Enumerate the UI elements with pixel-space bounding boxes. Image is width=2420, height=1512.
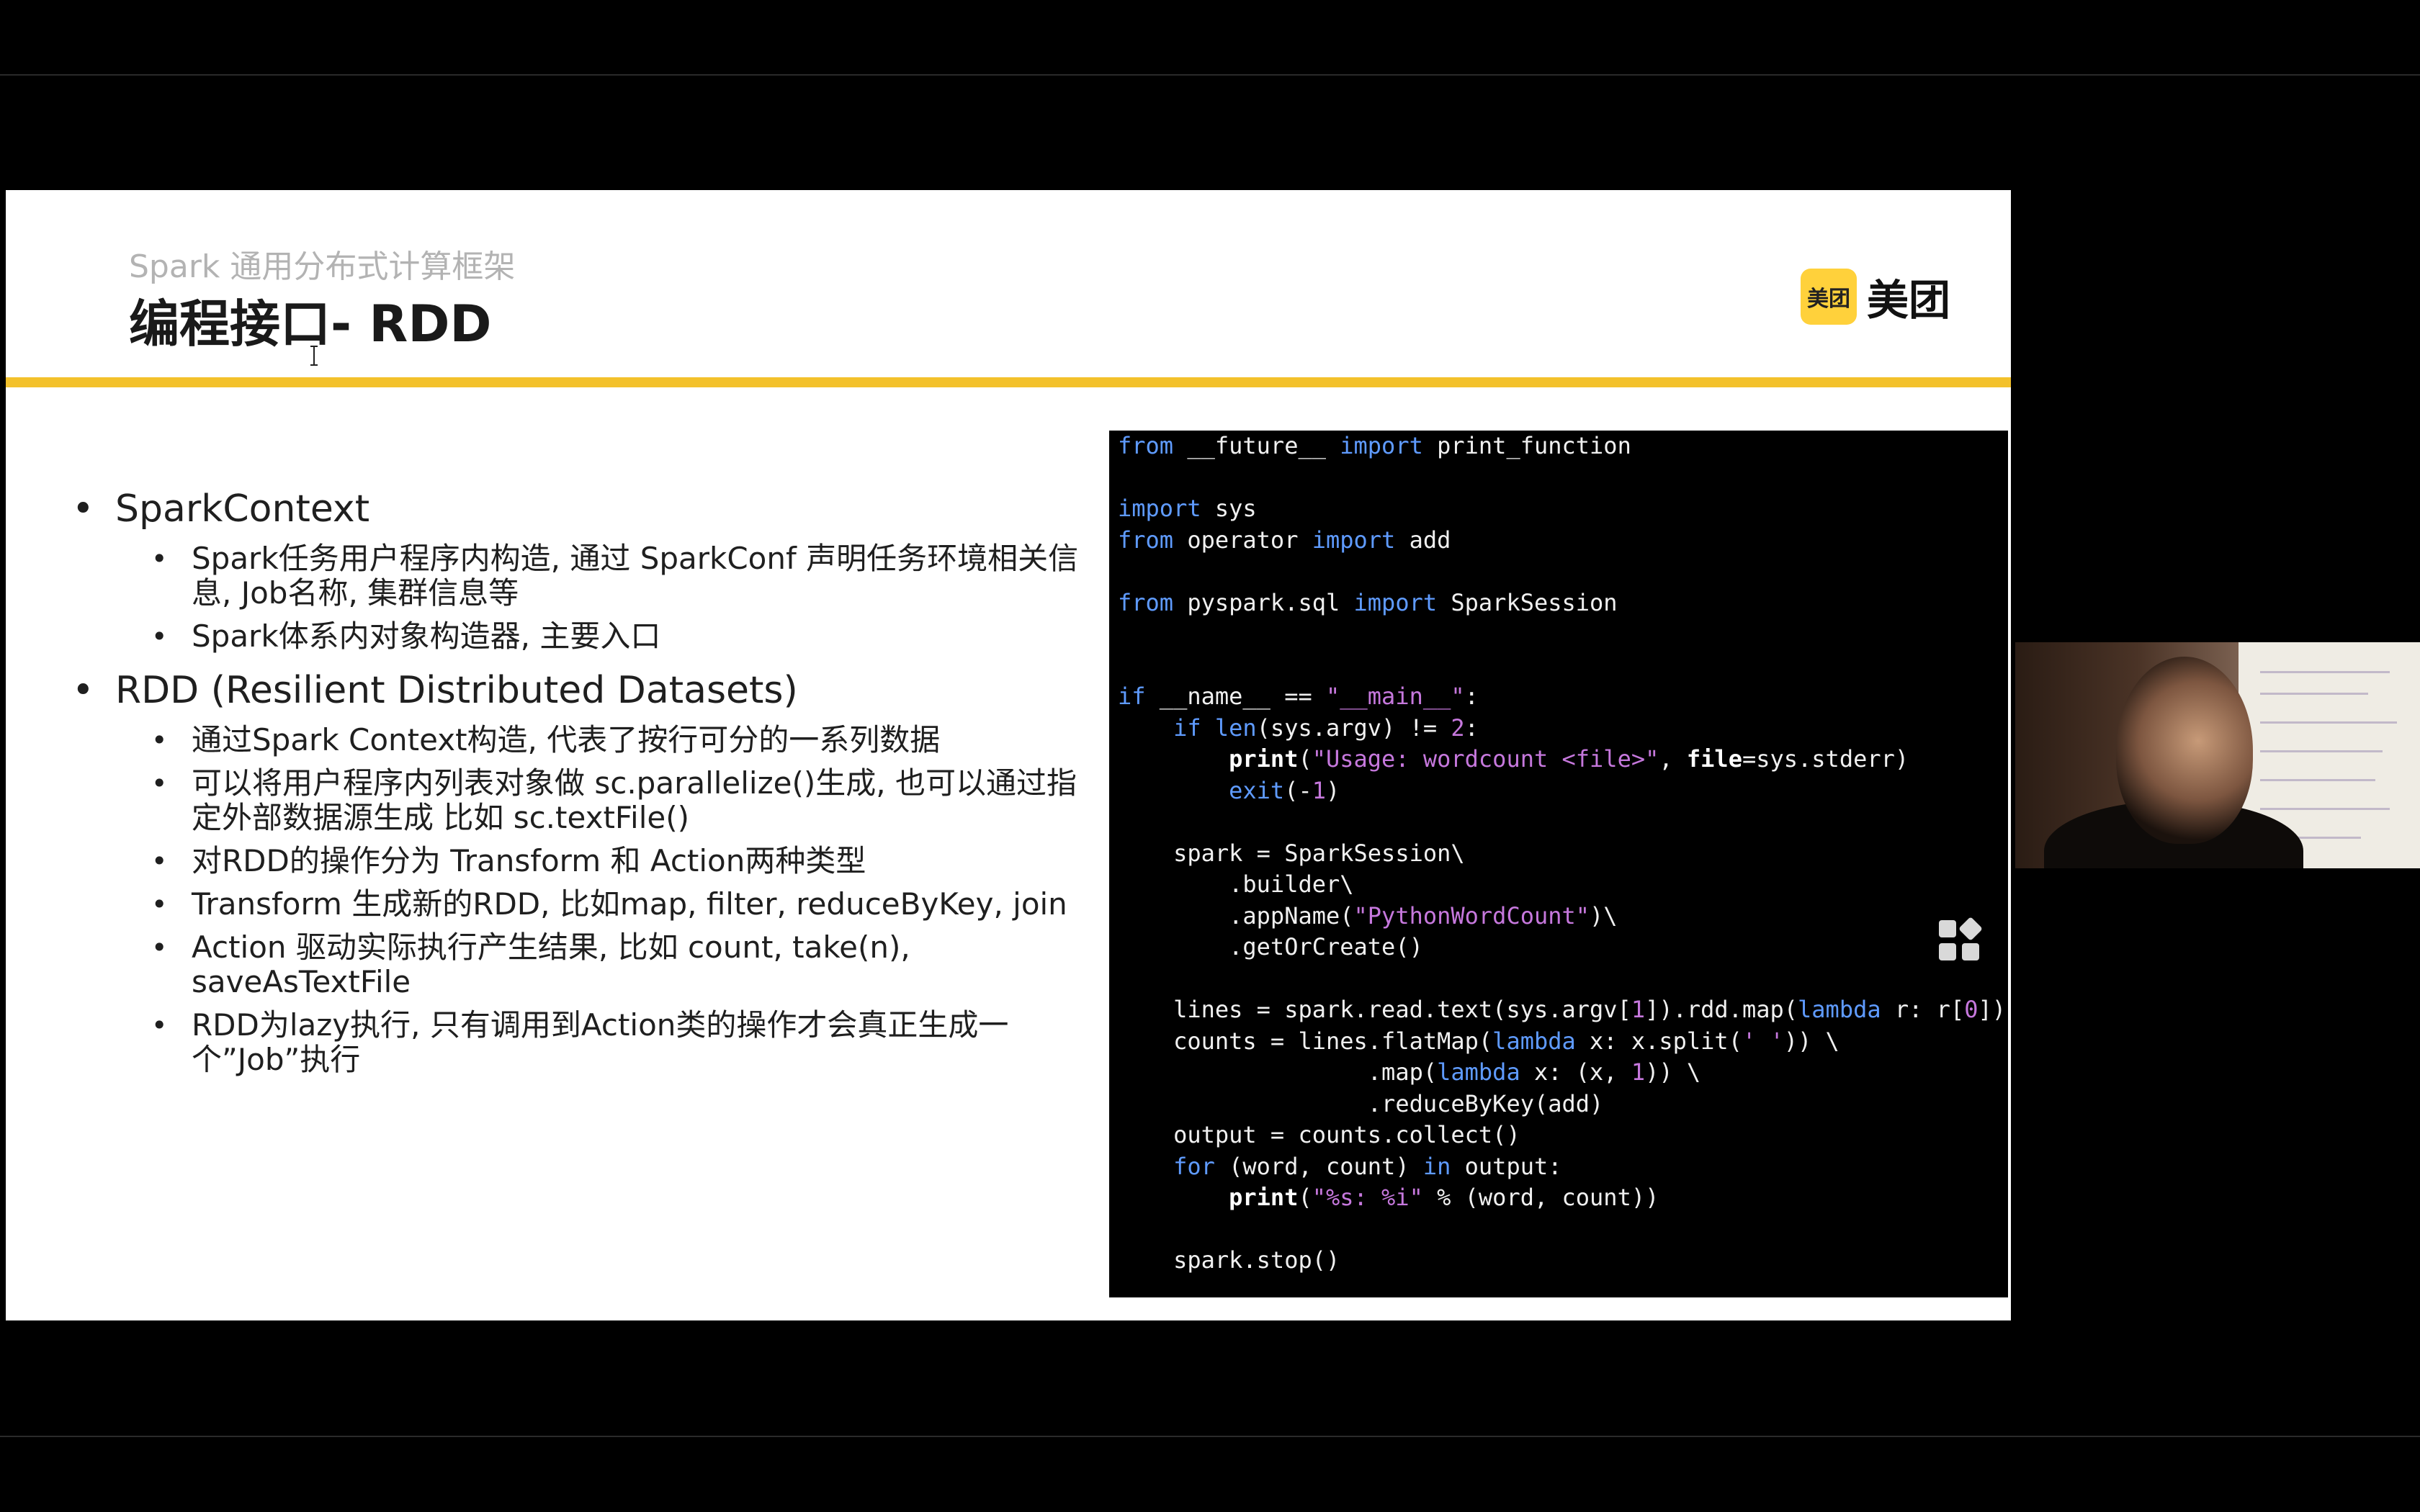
presenter-head — [2116, 657, 2253, 844]
logo-badge: 美团 — [1801, 269, 1857, 325]
sub-bullet: Spark体系内对象构造器, 主要入口 — [72, 619, 1109, 654]
sub-bullet: Spark任务用户程序内构造, 通过 SparkConf 声明任务环境相关信息,… — [72, 541, 1109, 611]
frame-divider-top — [0, 74, 2420, 76]
code-line: import sys — [1118, 495, 1257, 522]
code-line: spark.stop() — [1118, 1246, 1340, 1274]
logo-text: 美团 — [1867, 276, 1951, 325]
code-line: spark = SparkSession\ — [1118, 839, 1465, 867]
grid-icon[interactable] — [1936, 917, 1982, 963]
code-line: lines = spark.read.text(sys.argv[1]).rdd… — [1118, 996, 2006, 1023]
board-text-line — [2260, 779, 2375, 781]
code-line: exit(-1) — [1229, 776, 1340, 804]
sub-bullet: Transform 生成新的RDD, 比如map, filter, reduce… — [72, 887, 1109, 922]
sub-bullet: 对RDD的操作分为 Transform 和 Action两种类型 — [72, 844, 1109, 879]
code-snippet: from __future__ import print_function im… — [1109, 431, 2008, 1297]
code-line: if __name__ == "__main__": — [1118, 683, 1479, 710]
code-line: print("Usage: wordcount <file>", file=sy… — [1229, 745, 1909, 773]
board-text-line — [2260, 671, 2390, 673]
video-top-letterbox — [0, 0, 2420, 74]
board-text-line — [2260, 750, 2383, 752]
code-line: counts = lines.flatMap(lambda x: x.split… — [1118, 1027, 1839, 1055]
presentation-slide: Spark 通用分布式计算框架 编程接口- RDD 美团 美团 SparkCon… — [6, 190, 2011, 1320]
code-line: from __future__ import print_function — [1118, 432, 1631, 459]
code-line: from operator import add — [1118, 526, 1451, 554]
presenter-webcam — [2015, 642, 2420, 868]
meituan-logo: 美团 美团 — [1801, 268, 1950, 325]
code-line: .map(lambda x: (x, 1)) \ — [1118, 1058, 1701, 1086]
code-line: for (word, count) in output: — [1173, 1152, 1562, 1180]
code-line: from pyspark.sql import SparkSession — [1118, 588, 1618, 616]
sub-bullet: RDD为lazy执行, 只有调用到Action类的操作才会真正生成一个”Job”… — [72, 1008, 1109, 1077]
board-text-line — [2260, 808, 2390, 810]
board-text-line — [2260, 721, 2397, 724]
title-accent-bar — [6, 377, 2011, 387]
code-line: .builder\ — [1118, 870, 1354, 898]
bullet-sparkcontext: SparkContext — [72, 485, 1109, 533]
sub-bullet: Action 驱动实际执行产生结果, 比如 count, take(n), sa… — [72, 930, 1109, 999]
video-bottom-letterbox — [0, 1437, 2420, 1512]
code-line: print("%s: %i" % (word, count)) — [1229, 1184, 1659, 1211]
code-line: .getOrCreate() — [1118, 933, 1423, 960]
code-line: if len(sys.argv) != 2: — [1173, 714, 1479, 742]
board-text-line — [2260, 693, 2368, 695]
text-cursor-icon — [310, 346, 318, 366]
code-line: .appName("PythonWordCount")\ — [1118, 901, 1618, 930]
code-line: output = counts.collect() — [1118, 1121, 1520, 1148]
bullet-rdd: RDD (Resilient Distributed Datasets) — [72, 667, 1109, 714]
code-line: .reduceByKey(add) — [1118, 1089, 1604, 1117]
slide-subtitle: Spark 通用分布式计算框架 — [129, 248, 516, 285]
sub-bullet: 通过Spark Context构造, 代表了按行可分的一系列数据 — [72, 723, 1109, 758]
bullet-list: SparkContext Spark任务用户程序内构造, 通过 SparkCon… — [72, 478, 1109, 1077]
sub-bullet: 可以将用户程序内列表对象做 sc.parallelize()生成, 也可以通过指… — [72, 766, 1109, 835]
